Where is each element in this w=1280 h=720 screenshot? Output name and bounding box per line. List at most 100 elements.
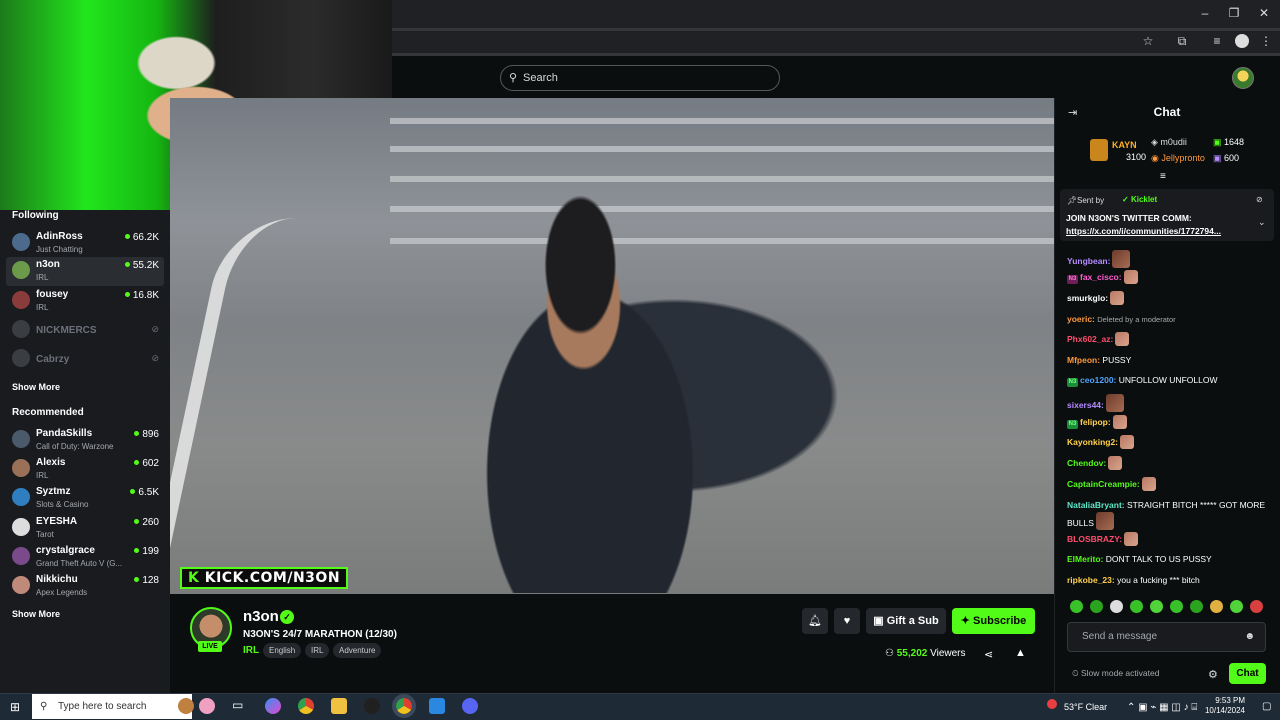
- chat-username[interactable]: NataliaBryant:: [1067, 500, 1125, 510]
- sidebar-item-syztmz[interactable]: Syztmz Slots & Casino 6.5K: [0, 484, 170, 513]
- subscribe-button[interactable]: ✦ Subscribe: [952, 608, 1035, 634]
- windows-start-icon[interactable]: ⊞: [10, 700, 20, 714]
- chat-username[interactable]: Chendov:: [1067, 458, 1106, 468]
- gear-icon[interactable]: ⚙: [1208, 668, 1218, 681]
- taskbar-clock[interactable]: 9:53 PM 10/14/2024: [1195, 696, 1245, 716]
- copilot-icon[interactable]: [265, 698, 281, 714]
- search-input[interactable]: ⚲ Search: [500, 65, 780, 91]
- slow-mode-notice: ⏲ Slow mode activated: [1072, 668, 1159, 679]
- emote-icon[interactable]: [1210, 600, 1223, 613]
- sidebar-item-crystalgrace[interactable]: crystalgrace Grand Theft Auto V (G... 19…: [0, 543, 170, 572]
- chat-username[interactable]: CaptainCreampie:: [1067, 479, 1140, 489]
- chat-emote-icon[interactable]: [1141, 477, 1156, 491]
- sidebar-item-n3on[interactable]: n3on IRL 55.2K: [6, 257, 164, 286]
- chat-emote-icon[interactable]: [1112, 250, 1131, 268]
- emote-icon[interactable]: [1250, 600, 1263, 613]
- leaderboard-name[interactable]: ◉ Jellypronto: [1151, 153, 1205, 164]
- browser-menu-icon[interactable]: ⋮: [1259, 34, 1273, 48]
- chat-username[interactable]: Yungbean:: [1067, 256, 1110, 266]
- notifications-icon[interactable]: ▢: [1262, 701, 1271, 712]
- emote-icon[interactable]: [1070, 600, 1083, 613]
- show-more-recommended[interactable]: Show More: [12, 609, 60, 619]
- chat-emote-icon[interactable]: [1112, 415, 1127, 429]
- stream-category[interactable]: IRL: [243, 645, 259, 656]
- app-icon[interactable]: [364, 698, 380, 714]
- emote-icon[interactable]: [1110, 600, 1123, 613]
- taskbar-search-input[interactable]: ⚲ Type here to search: [32, 694, 192, 719]
- app-icon[interactable]: [429, 698, 445, 714]
- chat-emote-icon[interactable]: [1124, 532, 1139, 546]
- task-view-icon[interactable]: ▭: [232, 698, 248, 714]
- profile-icon[interactable]: [1235, 34, 1249, 48]
- chat-emote-icon[interactable]: [1115, 332, 1130, 346]
- sidebar-item-alexis[interactable]: Alexis IRL 602: [0, 455, 170, 484]
- sidebar-item-adinross[interactable]: AdinRoss Just Chatting 66.2K: [0, 229, 170, 258]
- sidebar-item-nickmercs[interactable]: NICKMERCS ⊘: [0, 316, 170, 345]
- sidebar-item-nikkichu[interactable]: Nikkichu Apex Legends 128: [0, 572, 170, 601]
- sidebar-item-cabrzy[interactable]: Cabrzy ⊘: [0, 345, 170, 374]
- chat-username[interactable]: smurkglo:: [1067, 293, 1108, 303]
- chat-message-input[interactable]: Send a message ☻: [1067, 622, 1266, 652]
- leaderboard-name[interactable]: KAYN: [1112, 140, 1137, 150]
- send-chat-button[interactable]: Chat: [1229, 663, 1266, 684]
- chrome-active-icon[interactable]: [392, 694, 416, 718]
- show-more-following[interactable]: Show More: [12, 382, 60, 392]
- system-tray-icons[interactable]: ⌃ ▣ ⌁ ▦ ◫ ♪ ⌸: [1127, 702, 1197, 713]
- chat-username[interactable]: sixers44:: [1067, 400, 1104, 410]
- media-controls-icon[interactable]: ≡: [1210, 34, 1224, 48]
- share-icon[interactable]: ⋖: [984, 648, 993, 661]
- expand-leaderboard-icon[interactable]: ≡: [1160, 171, 1166, 182]
- file-explorer-icon[interactable]: [331, 698, 347, 714]
- chat-username[interactable]: felipop:: [1080, 417, 1111, 427]
- restore-icon[interactable]: ❐: [1227, 6, 1241, 20]
- emote-icon[interactable]: [1090, 600, 1103, 613]
- follow-heart-icon[interactable]: ♥: [834, 608, 860, 634]
- chat-username[interactable]: Mfpeon:: [1067, 355, 1100, 365]
- chat-emote-icon[interactable]: [1123, 270, 1138, 284]
- chat-emote-icon[interactable]: [1095, 512, 1114, 530]
- chat-username[interactable]: fax_cisco:: [1080, 272, 1122, 282]
- tag-irl[interactable]: IRL: [305, 643, 330, 658]
- bookmark-star-icon[interactable]: ☆: [1141, 34, 1155, 48]
- channel-name: crystalgrace: [36, 545, 95, 556]
- chat-emote-icon[interactable]: [1108, 456, 1123, 470]
- channel-name[interactable]: n3on: [243, 608, 279, 625]
- chevron-down-icon[interactable]: ⌄: [1258, 217, 1266, 228]
- emoji-picker-icon[interactable]: ☻: [1244, 623, 1255, 651]
- chat-emote-icon[interactable]: [1105, 394, 1124, 412]
- pinned-message[interactable]: 📌︎ Sent by ✓ Kicklet ⊘ JOIN N3ON'S TWITT…: [1060, 189, 1274, 241]
- sidebar-item-fousey[interactable]: fousey IRL 16.8K: [0, 287, 170, 316]
- chat-username[interactable]: BLOSBRAZY:: [1067, 534, 1122, 544]
- chrome-icon[interactable]: [298, 698, 314, 714]
- taskbar-weather[interactable]: 53°F Clear: [1064, 702, 1107, 712]
- chat-username[interactable]: ElMerito:: [1067, 554, 1103, 564]
- chat-emote-icon[interactable]: [1120, 435, 1135, 449]
- emote-icon[interactable]: [1150, 600, 1163, 613]
- sidebar-item-eyesha[interactable]: EYESHA Tarot 260: [0, 514, 170, 543]
- discord-icon[interactable]: [462, 698, 478, 714]
- chat-emote-icon[interactable]: [1110, 291, 1125, 305]
- user-avatar[interactable]: [1232, 67, 1254, 89]
- chat-username[interactable]: ripkobe_23:: [1067, 575, 1115, 585]
- chat-username[interactable]: Phx602_az:: [1067, 334, 1113, 344]
- sidebar-item-pandaskills[interactable]: PandaSkills Call of Duty: Warzone 896: [0, 426, 170, 455]
- notification-bell-icon[interactable]: 🔔︎: [802, 608, 828, 634]
- emote-icon[interactable]: [1130, 600, 1143, 613]
- video-player[interactable]: [170, 98, 1054, 594]
- unpin-icon[interactable]: ⊘: [1256, 195, 1263, 204]
- chat-username[interactable]: Kayonking2:: [1067, 437, 1118, 447]
- chat-username[interactable]: yoeric:: [1067, 314, 1095, 324]
- pinned-link[interactable]: https://x.com/i/communities/1772794...: [1066, 226, 1221, 236]
- emote-icon[interactable]: [1170, 600, 1183, 613]
- extensions-icon[interactable]: ⧉: [1175, 34, 1189, 48]
- tag-adventure[interactable]: Adventure: [333, 643, 382, 658]
- emote-icon[interactable]: [1190, 600, 1203, 613]
- report-icon[interactable]: ▲: [1015, 647, 1026, 659]
- chat-username[interactable]: ceo1200:: [1080, 375, 1116, 385]
- minimize-icon[interactable]: –: [1198, 6, 1212, 20]
- emote-icon[interactable]: [1230, 600, 1243, 613]
- close-window-icon[interactable]: ✕: [1257, 6, 1271, 20]
- gift-sub-button[interactable]: ▣ Gift a Sub: [866, 608, 946, 634]
- leaderboard-name[interactable]: ◈ m0udii: [1151, 137, 1187, 148]
- tag-english[interactable]: English: [263, 643, 302, 658]
